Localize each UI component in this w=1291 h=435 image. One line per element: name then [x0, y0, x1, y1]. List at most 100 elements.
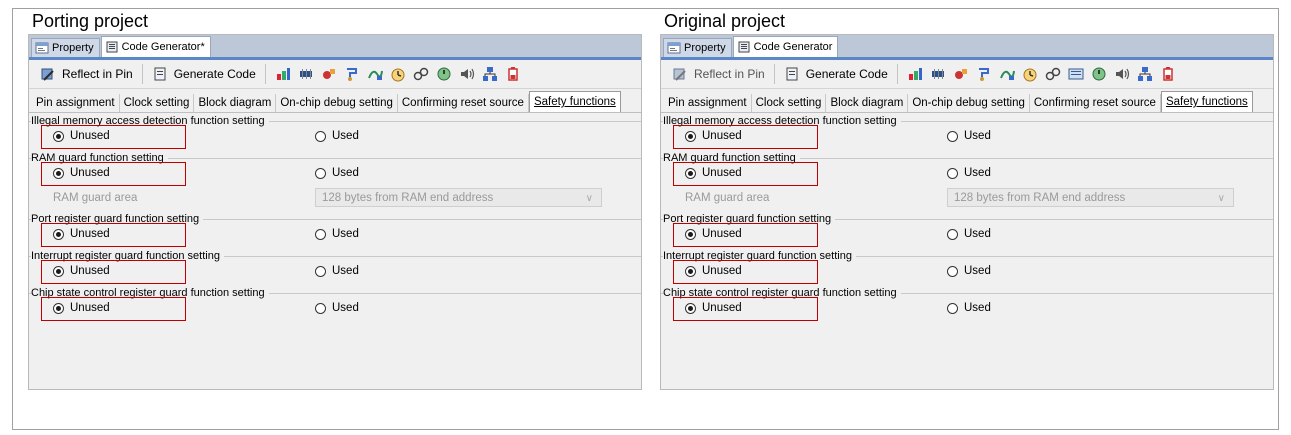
unused-radio[interactable]: Unused	[685, 167, 742, 179]
code-generator-icon	[106, 41, 118, 53]
option-row: Unused Used	[29, 257, 641, 285]
watchdog-icon[interactable]	[436, 66, 452, 82]
radio-selected-icon	[53, 167, 64, 179]
used-radio[interactable]: Used	[315, 167, 359, 179]
tab-property[interactable]: Property	[31, 38, 100, 57]
timer-icon[interactable]	[1022, 66, 1038, 82]
lcd-icon[interactable]	[1068, 66, 1084, 82]
subtab-pin-assignment[interactable]: Pin assignment	[664, 94, 752, 112]
used-radio[interactable]: Used	[947, 130, 991, 142]
radio-label: Used	[332, 130, 359, 142]
radio-unselected-icon	[947, 130, 958, 142]
radio-label: Used	[964, 302, 991, 314]
ram-guard-area-row: RAM guard area 128 bytes from RAM end ad…	[661, 187, 1273, 211]
interrupt-icon[interactable]	[321, 66, 337, 82]
subtab-pin-assignment[interactable]: Pin assignment	[32, 94, 120, 112]
radio-unselected-icon	[315, 167, 326, 179]
ram-guard-area-select[interactable]: 128 bytes from RAM end address ∨	[947, 188, 1234, 207]
reflect-pin-icon	[41, 68, 54, 81]
unused-radio[interactable]: Unused	[685, 265, 742, 277]
radio-unselected-icon	[947, 228, 958, 240]
battery-icon[interactable]	[505, 66, 521, 82]
sound-icon[interactable]	[459, 66, 475, 82]
group-port-register-guard: Port register guard function setting Unu…	[29, 212, 641, 248]
reflect-label: Reflect in Pin	[62, 67, 133, 81]
radio-selected-icon	[685, 130, 696, 142]
generate-label: Generate Code	[173, 67, 256, 81]
tab-label: Property	[52, 42, 94, 54]
unused-radio[interactable]: Unused	[53, 130, 110, 142]
option-row: Unused Used	[661, 257, 1273, 285]
subtab-safety-functions[interactable]: Safety functions	[1160, 91, 1253, 112]
network-icon[interactable]	[482, 66, 498, 82]
radio-unselected-icon	[315, 265, 326, 277]
subtab-confirming-reset-source[interactable]: Confirming reset source	[398, 94, 529, 112]
adc-icon[interactable]	[367, 66, 383, 82]
subtab-confirming-reset-source[interactable]: Confirming reset source	[1030, 94, 1161, 112]
watchdog-icon[interactable]	[1091, 66, 1107, 82]
unused-radio[interactable]: Unused	[685, 228, 742, 240]
subtab-block-diagram[interactable]: Block diagram	[194, 94, 277, 112]
serial-icon[interactable]	[976, 66, 992, 82]
radio-label: Used	[332, 265, 359, 277]
radio-label: Unused	[70, 302, 110, 314]
sound-icon[interactable]	[1114, 66, 1130, 82]
unused-radio[interactable]: Unused	[685, 130, 742, 142]
used-radio[interactable]: Used	[947, 228, 991, 240]
radio-unselected-icon	[947, 167, 958, 179]
link-icon[interactable]	[413, 66, 429, 82]
radio-selected-icon	[53, 228, 64, 240]
radio-unselected-icon	[315, 302, 326, 314]
tab-property[interactable]: Property	[663, 38, 732, 57]
serial-icon[interactable]	[344, 66, 360, 82]
group-interrupt-register-guard: Interrupt register guard function settin…	[661, 249, 1273, 285]
radio-label: Used	[964, 167, 991, 179]
reflect-in-pin-button[interactable]: Reflect in Pin	[34, 62, 139, 86]
tab-label: Code Generator	[753, 41, 833, 53]
subtab-on-chip-debug[interactable]: On-chip debug setting	[276, 94, 398, 112]
ram-guard-area-label: RAM guard area	[685, 192, 770, 204]
tab-code-generator[interactable]: Code Generator*	[100, 36, 211, 57]
used-radio[interactable]: Used	[315, 265, 359, 277]
used-radio[interactable]: Used	[947, 302, 991, 314]
unused-radio[interactable]: Unused	[53, 265, 110, 277]
timer-icon[interactable]	[390, 66, 406, 82]
link-icon[interactable]	[1045, 66, 1061, 82]
used-radio[interactable]: Used	[947, 265, 991, 277]
subtab-clock-setting[interactable]: Clock setting	[752, 94, 827, 112]
battery-icon[interactable]	[1160, 66, 1176, 82]
used-radio[interactable]: Used	[315, 302, 359, 314]
subtab-clock-setting[interactable]: Clock setting	[120, 94, 195, 112]
port-icon[interactable]	[930, 66, 946, 82]
generate-code-button[interactable]: Generate Code	[778, 62, 894, 86]
tab-code-generator[interactable]: Code Generator	[732, 36, 839, 57]
subtab-block-diagram[interactable]: Block diagram	[826, 94, 909, 112]
adc-icon[interactable]	[999, 66, 1015, 82]
subtab-strip: Pin assignment Clock setting Block diagr…	[29, 91, 641, 113]
property-icon	[667, 42, 681, 54]
option-row: Unused Used	[661, 294, 1273, 322]
unused-radio[interactable]: Unused	[53, 302, 110, 314]
unused-radio[interactable]: Unused	[53, 228, 110, 240]
subtab-strip: Pin assignment Clock setting Block diagr…	[661, 91, 1273, 113]
subtab-safety-functions[interactable]: Safety functions	[528, 91, 621, 112]
radio-label: Used	[332, 167, 359, 179]
subtab-on-chip-debug[interactable]: On-chip debug setting	[908, 94, 1030, 112]
used-radio[interactable]: Used	[947, 167, 991, 179]
network-icon[interactable]	[1137, 66, 1153, 82]
radio-unselected-icon	[947, 302, 958, 314]
port-icon[interactable]	[298, 66, 314, 82]
used-radio[interactable]: Used	[315, 228, 359, 240]
interrupt-icon[interactable]	[953, 66, 969, 82]
pin-map-icon[interactable]	[275, 66, 291, 82]
unused-radio[interactable]: Unused	[685, 302, 742, 314]
generate-code-button[interactable]: Generate Code	[146, 62, 262, 86]
pin-map-icon[interactable]	[907, 66, 923, 82]
radio-selected-icon	[685, 265, 696, 277]
chevron-down-icon: ∨	[1217, 193, 1225, 204]
ram-guard-area-select[interactable]: 128 bytes from RAM end address ∨	[315, 188, 602, 207]
unused-radio[interactable]: Unused	[53, 167, 110, 179]
used-radio[interactable]: Used	[315, 130, 359, 142]
reflect-pin-icon	[673, 68, 686, 81]
reflect-in-pin-button[interactable]: Reflect in Pin	[666, 62, 771, 86]
